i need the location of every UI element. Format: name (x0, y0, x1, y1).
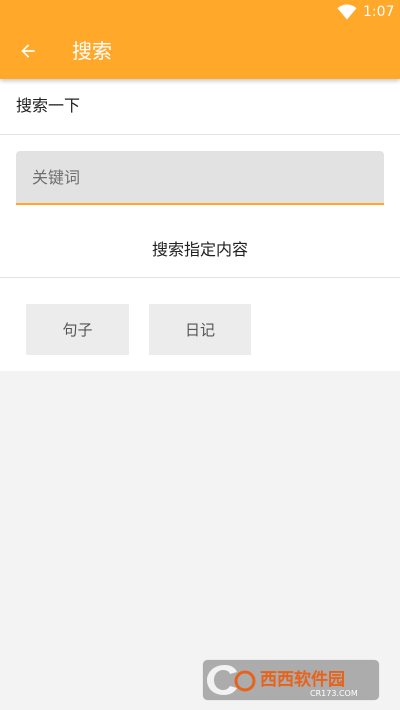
watermark-url: CR173.COM (310, 689, 358, 698)
filter-divider (0, 277, 400, 278)
search-section-label: 搜索一下 (16, 96, 81, 115)
filter-option-sentence[interactable]: 句子 (26, 304, 129, 355)
filter-option-diary[interactable]: 日记 (149, 304, 251, 355)
keyword-input[interactable] (16, 151, 384, 205)
status-bar: 1:07 (0, 0, 400, 24)
filter-heading: 搜索指定内容 (151, 240, 248, 259)
section-divider (0, 134, 400, 135)
search-panel: 搜索一下 搜索指定内容 句子 日记 (0, 79, 400, 371)
filter-option-label: 句子 (62, 321, 93, 339)
filter-option-label: 日记 (184, 321, 215, 339)
arrow-back-icon (21, 44, 35, 58)
watermark-brand: 西西软件园 (260, 669, 345, 690)
watermark-logo: 西西软件园 CR173.COM (202, 659, 380, 701)
app-bar: 1:07 搜索 (0, 0, 400, 79)
status-clock: 1:07 (363, 4, 395, 20)
back-button[interactable] (10, 33, 46, 69)
wifi-icon (337, 4, 357, 20)
page-title: 搜索 (72, 39, 112, 63)
